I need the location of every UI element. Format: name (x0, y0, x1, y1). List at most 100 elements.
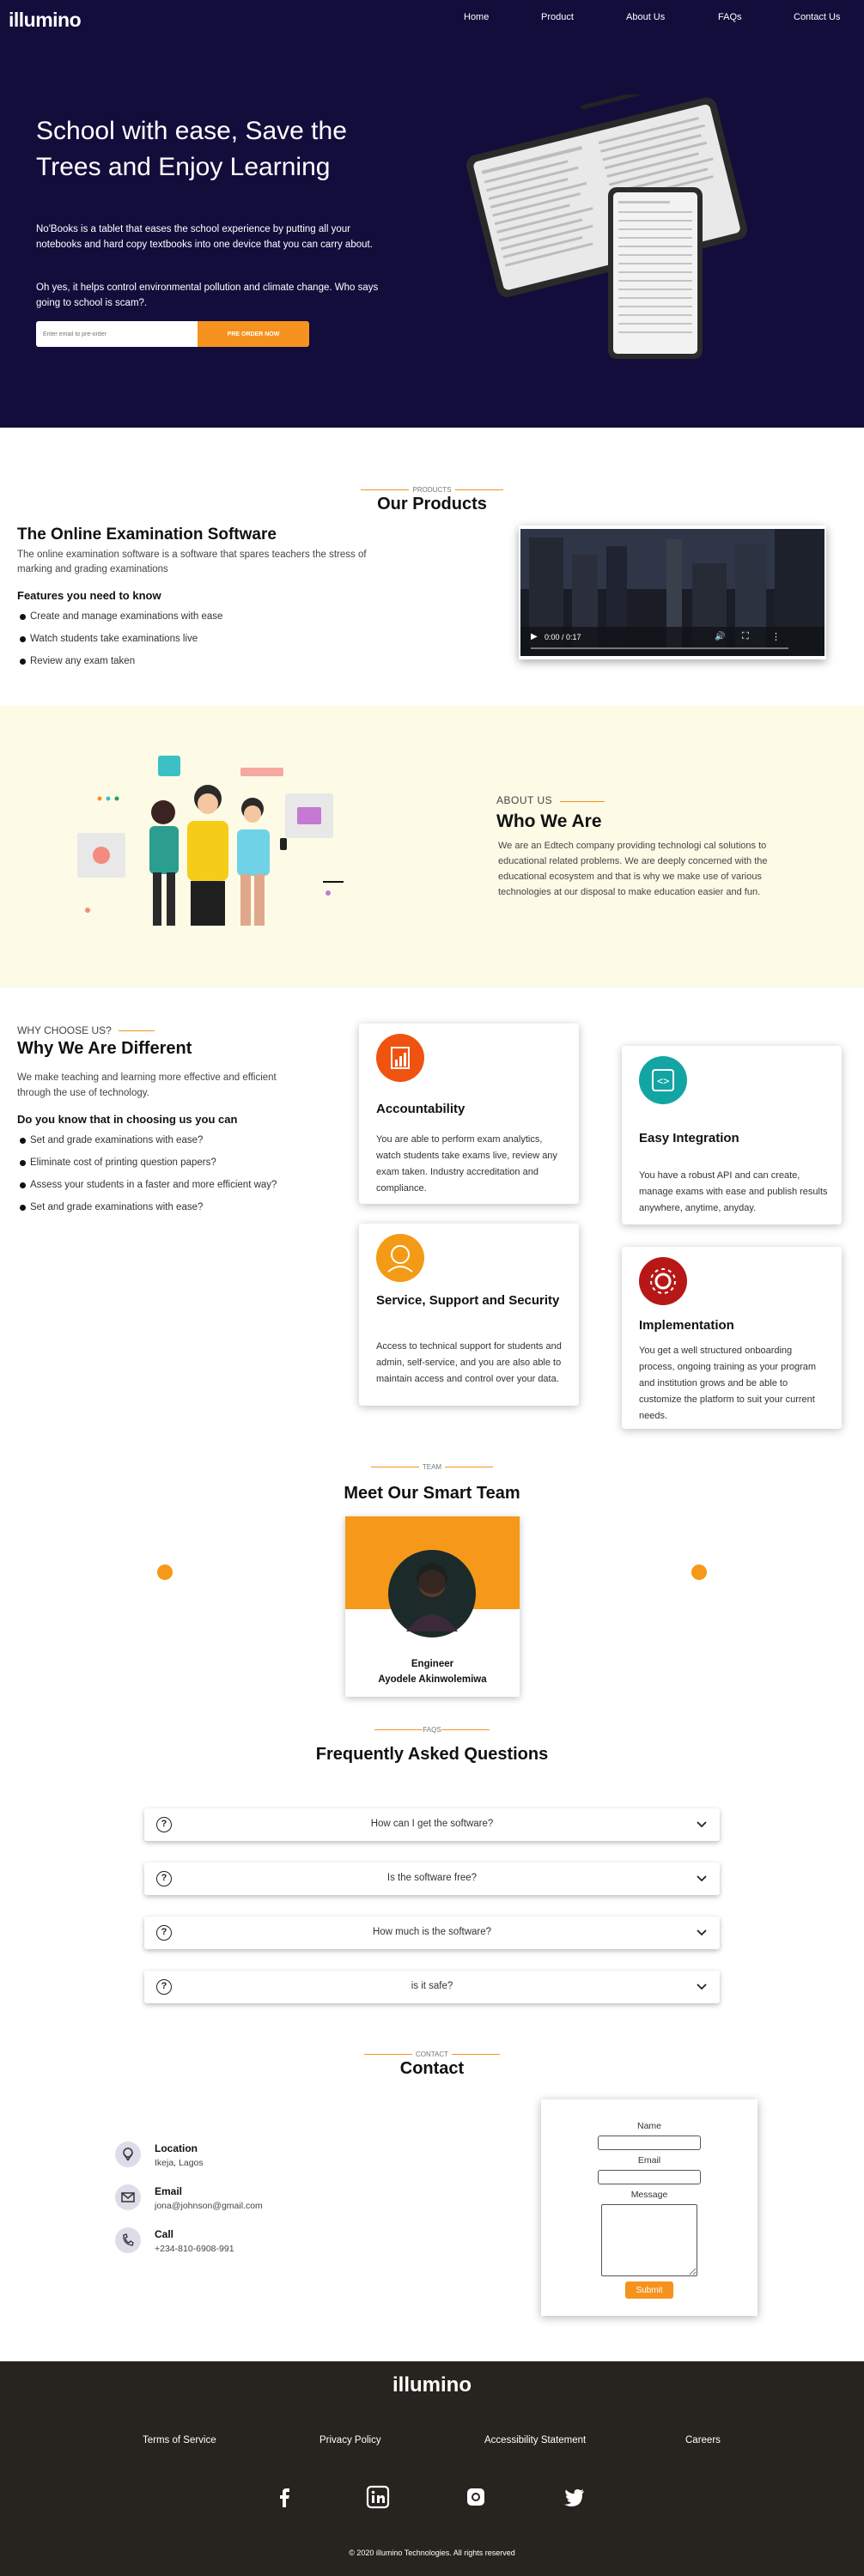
linkedin-icon[interactable] (366, 2485, 390, 2509)
email-field-label: Email (637, 2155, 661, 2166)
faq-question: Is the software free? (386, 1873, 478, 1883)
contact-title: Contact (399, 2059, 465, 2078)
submit-button[interactable]: Submit (625, 2281, 673, 2299)
location-icon (115, 2142, 141, 2167)
faq-item[interactable]: ? How much is the software? (144, 1917, 720, 1949)
card-text: Access to technical support for students… (376, 1341, 562, 1384)
bullet-icon (20, 659, 26, 665)
nav-faqs[interactable]: FAQs (718, 12, 742, 22)
phone-icon (115, 2227, 141, 2253)
nav-about-us[interactable]: About Us (626, 12, 665, 22)
name-field[interactable] (598, 2136, 701, 2150)
card-title: Accountability (376, 1102, 465, 1116)
email-field[interactable] (598, 2170, 701, 2184)
name-label: Name (636, 2121, 661, 2131)
why-item: Assess your students in a faster and mor… (30, 1180, 277, 1190)
nav-product[interactable]: Product (541, 12, 574, 22)
products-divider-right (455, 489, 503, 490)
features-heading: Features you need to know (17, 589, 161, 602)
gear-icon (639, 1257, 687, 1305)
faq-item[interactable]: ? Is the software free? (144, 1862, 720, 1895)
why-divider (119, 1030, 155, 1031)
faq-divider-left (374, 1729, 423, 1730)
svg-text:<>: <> (657, 1075, 669, 1087)
product-video[interactable]: ▶ 0:00 / 0:17 🔊 ⛶ ⋮ (520, 529, 824, 656)
team-title: Meet Our Smart Team (344, 1484, 520, 1503)
volume-icon[interactable]: 🔊 (715, 632, 725, 641)
feature-item: Review any exam taken (30, 656, 136, 666)
why-item: Set and grade examinations with ease? (30, 1202, 204, 1212)
card-title: Service, Support and Security (376, 1293, 560, 1308)
email-icon (115, 2184, 141, 2210)
footer-link-privacy[interactable]: Privacy Policy (319, 2435, 381, 2445)
video-progress-bar[interactable] (531, 647, 788, 649)
facebook-icon[interactable] (273, 2485, 297, 2509)
fullscreen-icon[interactable]: ⛶ (742, 631, 749, 642)
bullet-icon (20, 1160, 26, 1166)
bullet-icon (20, 636, 26, 642)
location-label: Location (155, 2142, 198, 2154)
card-title: Easy Integration (639, 1131, 739, 1145)
preorder-email-input[interactable] (36, 321, 198, 347)
message-field[interactable] (601, 2204, 697, 2276)
faq-question: How much is the software? (372, 1927, 492, 1937)
bullet-icon (20, 1182, 26, 1188)
nav-contact-us[interactable]: Contact Us (794, 12, 840, 22)
faq-item[interactable]: ? is it safe? (144, 1971, 720, 2003)
message-label: Message (630, 2190, 668, 2200)
product-description: The online examination software is a sof… (17, 550, 367, 574)
play-icon[interactable]: ▶ (531, 632, 538, 641)
bullet-icon (20, 614, 26, 620)
instagram-icon[interactable] (464, 2485, 488, 2509)
copyright-text: © 2020 illumino Technologies. All rights… (349, 2549, 515, 2557)
card-accountability: Accountability You are able to perform e… (359, 1024, 579, 1204)
faq-divider-right (441, 1729, 490, 1730)
hero-paragraph-1: No'Books is a tablet that eases the scho… (36, 224, 373, 250)
about-small-label: ABOUT US (496, 794, 553, 806)
about-title: Who We Are (496, 811, 602, 831)
why-item: Eliminate cost of printing question pape… (30, 1157, 216, 1168)
team-member-avatar (388, 1550, 476, 1637)
code-icon: <> (639, 1056, 687, 1104)
chevron-down-icon (697, 1984, 707, 1990)
feature-item: Create and manage examinations with ease (30, 611, 223, 622)
chevron-down-icon (697, 1821, 707, 1828)
card-easy-integration: <> Easy Integration You have a robust AP… (622, 1046, 842, 1224)
twitter-icon[interactable] (562, 2485, 586, 2509)
call-label: Call (155, 2228, 174, 2240)
about-paragraph: We are an Edtech company providing techn… (498, 841, 768, 897)
bullet-icon (20, 1205, 26, 1211)
footer-link-accessibility[interactable]: Accessibility Statement (484, 2435, 586, 2445)
team-small-label: TEAM (422, 1463, 442, 1471)
team-member-name: Ayodele Akinwolemiwa (378, 1674, 487, 1685)
faq-item[interactable]: ? How can I get the software? (144, 1808, 720, 1841)
carousel-next-dot[interactable] (691, 1564, 707, 1580)
feature-item: Watch students take examinations live (30, 634, 198, 644)
hero-paragraph-2: Oh yes, it helps control environmental p… (36, 283, 379, 308)
product-heading: The Online Examination Software (17, 526, 277, 544)
contact-divider-left (364, 2054, 412, 2055)
more-options-icon[interactable]: ⋮ (771, 631, 781, 642)
site-logo[interactable]: illumino (9, 9, 82, 32)
footer-link-terms[interactable]: Terms of Service (143, 2435, 216, 2445)
faq-question: is it safe? (411, 1981, 453, 1991)
location-value: Ikeja, Lagos (155, 2158, 204, 2168)
products-small-label: PRODUCTS (412, 486, 452, 494)
faq-title: Frequently Asked Questions (315, 1745, 549, 1764)
why-title: Why We Are Different (17, 1039, 192, 1058)
contact-small-label: CONTACT (415, 2050, 449, 2058)
why-item: Set and grade examinations with ease? (30, 1135, 204, 1145)
preorder-button[interactable]: PRE ORDER NOW (198, 321, 309, 347)
email-value[interactable]: jona@johnson@gmail.com (155, 2201, 263, 2211)
why-small-label: WHY CHOOSE US? (17, 1024, 112, 1036)
carousel-prev-dot[interactable] (157, 1564, 173, 1580)
support-icon (376, 1234, 424, 1282)
nav-home[interactable]: Home (464, 12, 489, 22)
footer-link-careers[interactable]: Careers (685, 2435, 721, 2445)
card-text: You get a well structured onboarding pro… (639, 1346, 817, 1421)
faq-question: How can I get the software? (370, 1819, 494, 1829)
chevron-down-icon (697, 1875, 707, 1882)
call-value[interactable]: +234-810-6908-991 (155, 2244, 234, 2254)
contact-divider-right (452, 2054, 500, 2055)
footer-logo[interactable]: illumino (0, 2373, 864, 2397)
